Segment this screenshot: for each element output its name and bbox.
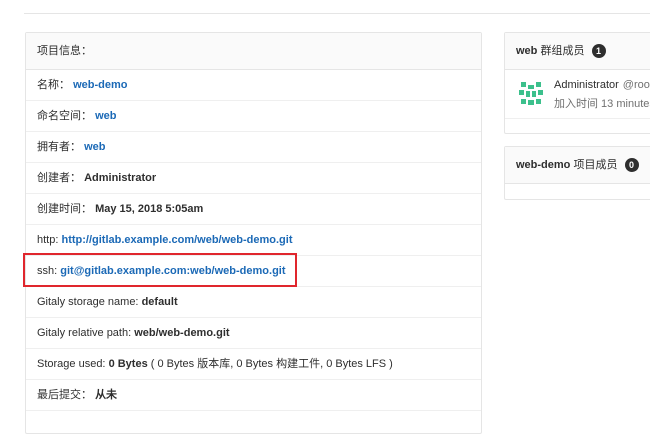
storage-name-value: default (141, 296, 178, 308)
info-row-relative-path: Gitaly relative path: web/web-demo.git (26, 318, 481, 349)
info-row-last-commit: 最后提交： 从未 (26, 380, 481, 411)
namespace-link[interactable]: web (95, 110, 116, 122)
ssh-url-link[interactable]: git@gitlab.example.com:web/web-demo.git (60, 265, 285, 277)
project-name-link[interactable]: web-demo (73, 79, 127, 91)
storage-used-label: Storage used: (37, 358, 106, 370)
group-name: web (516, 45, 538, 57)
name-label: 名称： (37, 79, 70, 91)
group-members-title: 群组成员 (540, 45, 585, 57)
http-url-link[interactable]: http://gitlab.example.com/web/web-demo.g… (61, 234, 292, 246)
identicon-avatar[interactable] (517, 80, 545, 108)
member-name[interactable]: Administrator (554, 79, 619, 91)
project-info-header: 项目信息： (26, 33, 481, 70)
relative-path-label: Gitaly relative path: (37, 327, 132, 339)
owner-link[interactable]: web (84, 141, 105, 153)
project-name: web-demo (516, 159, 571, 171)
storage-used-detail: ( 0 Bytes 版本库, 0 Bytes 构建工件, 0 Bytes LFS… (150, 358, 393, 370)
member-username: @root (622, 79, 650, 91)
creator-value: Administrator (84, 172, 157, 184)
info-row-http: http: http://gitlab.example.com/web/web-… (26, 225, 481, 256)
ssh-label: ssh: (37, 265, 58, 277)
project-members-header: web-demo 项目成员 0 (505, 147, 650, 184)
info-row-namespace: 命名空间： web (26, 101, 481, 132)
project-members-panel: web-demo 项目成员 0 (504, 146, 650, 200)
info-row-created: 创建时间： May 15, 2018 5:05am (26, 194, 481, 225)
relative-path-value: web/web-demo.git (134, 327, 230, 339)
member-joined: 加入时间 13 minutes ago (554, 98, 650, 110)
project-members-title: 项目成员 (573, 159, 618, 171)
info-row-storage-name: Gitaly storage name: default (26, 287, 481, 318)
creator-label: 创建者： (37, 172, 81, 184)
info-row-creator: 创建者： Administrator (26, 163, 481, 194)
namespace-label: 命名空间： (37, 110, 92, 122)
info-row-storage-used: Storage used: 0 Bytes ( 0 Bytes 版本库, 0 B… (26, 349, 481, 380)
http-label: http: (37, 234, 59, 246)
info-row-owner: 拥有者： web (26, 132, 481, 163)
group-members-count-badge: 1 (591, 44, 606, 59)
top-divider (24, 13, 650, 14)
project-info-panel: 项目信息： 名称： web-demo 命名空间： web 拥有者： web 创建… (25, 32, 482, 434)
project-members-count-badge: 0 (624, 158, 639, 173)
owner-label: 拥有者： (37, 141, 81, 153)
group-members-header: web 群组成员 1 (505, 33, 650, 70)
last-commit-label: 最后提交： (37, 389, 92, 401)
storage-name-label: Gitaly storage name: (37, 296, 139, 308)
storage-used-value: 0 Bytes (108, 358, 148, 370)
created-label: 创建时间： (37, 203, 92, 215)
member-row[interactable]: Administrator@root 加入时间 13 minutes ago (505, 70, 650, 119)
info-row-name: 名称： web-demo (26, 70, 481, 101)
group-members-panel: web 群组成员 1 Administrator @root 加入时间 13 mi… (504, 32, 650, 134)
member-name-line: Administrator @root (554, 79, 650, 91)
last-commit-value: 从未 (95, 389, 118, 401)
created-value: May 15, 2018 5:05am (95, 203, 204, 215)
info-row-ssh: ssh: git@gitlab.example.com:web/web-demo… (26, 256, 481, 287)
